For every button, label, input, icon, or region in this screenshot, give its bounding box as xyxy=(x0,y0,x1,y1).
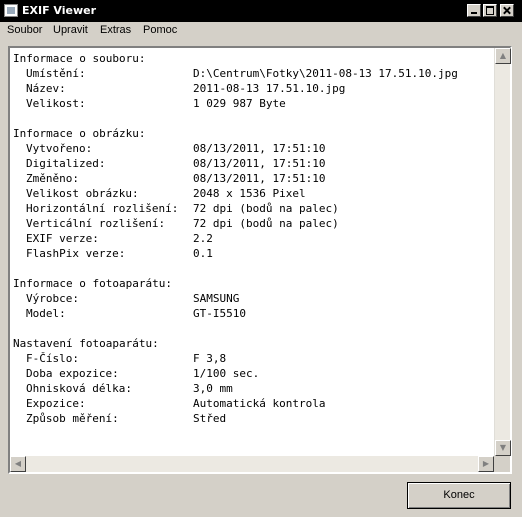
exif-text[interactable]: Informace o souboru: Umístění: D:\Centrum… xyxy=(11,51,495,457)
app-icon xyxy=(4,4,18,17)
field-value: D:\Centrum\Fotky\2011-08-13 17.51.10.jpg xyxy=(193,67,458,80)
menu-soubor[interactable]: Soubor xyxy=(7,24,42,36)
field-label: Změněno: xyxy=(26,172,79,185)
field-value: 0.1 xyxy=(193,247,213,260)
field-value: 72 dpi (bodů na palec) xyxy=(193,217,339,230)
window-title: EXIF Viewer xyxy=(22,4,97,17)
field-label: Velikost: xyxy=(26,97,86,110)
menu-bar: Soubor Upravit Extras Pomoc xyxy=(0,22,522,40)
field-value: Automatická kontrola xyxy=(193,397,326,410)
field-value: GT-I5510 xyxy=(193,307,246,320)
section-heading-settings: Nastavení fotoaparátu: xyxy=(13,337,159,350)
minimize-button[interactable] xyxy=(467,4,481,17)
scroll-left-icon[interactable]: ◀ xyxy=(10,456,26,472)
scroll-down-icon[interactable]: ▼ xyxy=(495,440,511,456)
section-heading-image: Informace o obrázku: xyxy=(13,127,146,140)
maximize-button[interactable] xyxy=(483,4,497,17)
scroll-up-icon[interactable]: ▲ xyxy=(495,48,511,64)
menu-pomoc[interactable]: Pomoc xyxy=(143,24,177,36)
field-value: SAMSUNG xyxy=(193,292,240,305)
field-value: F 3,8 xyxy=(193,352,227,365)
field-label: Verticální rozlišení: xyxy=(26,217,166,230)
field-label: Název: xyxy=(26,82,66,95)
field-value: Střed xyxy=(193,412,227,425)
field-label: Doba expozice: xyxy=(26,367,119,380)
field-label: Způsob měření: xyxy=(26,412,119,425)
field-label: FlashPix verze: xyxy=(26,247,126,260)
field-label: Ohnisková délka: xyxy=(26,382,132,395)
field-value: 72 dpi (bodů na palec) xyxy=(193,202,339,215)
field-value: 2.2 xyxy=(193,232,213,245)
field-label: Vytvořeno: xyxy=(26,142,93,155)
field-value: 08/13/2011, 17:51:10 xyxy=(193,172,326,185)
vertical-scrollbar[interactable]: ▲ ▼ xyxy=(494,48,511,456)
field-label: F-Číslo: xyxy=(26,352,79,365)
menu-extras[interactable]: Extras xyxy=(100,24,131,36)
field-label: Velikost obrázku: xyxy=(26,187,139,200)
field-value: 2048 x 1536 Pixel xyxy=(193,187,306,200)
scroll-right-icon[interactable]: ▶ xyxy=(478,456,494,472)
exif-text-panel[interactable]: Informace o souboru: Umístění: D:\Centrum… xyxy=(8,46,512,474)
horizontal-scrollbar[interactable]: ◀ ▶ xyxy=(10,456,494,472)
field-label: Výrobce: xyxy=(26,292,79,305)
field-value: 08/13/2011, 17:51:10 xyxy=(193,157,326,170)
close-window-button[interactable] xyxy=(500,4,514,17)
field-label: Umístění: xyxy=(26,67,86,80)
field-label: Model: xyxy=(26,307,66,320)
menu-upravit[interactable]: Upravit xyxy=(53,24,88,36)
close-button[interactable]: Konec xyxy=(407,482,511,509)
field-label: EXIF verze: xyxy=(26,232,99,245)
field-label: Expozice: xyxy=(26,397,86,410)
field-label: Digitalized: xyxy=(26,157,106,170)
section-heading-camera: Informace o fotoaparátu: xyxy=(13,277,172,290)
field-value: 1 029 987 Byte xyxy=(193,97,286,110)
field-value: 3,0 mm xyxy=(193,382,233,395)
field-value: 2011-08-13 17.51.10.jpg xyxy=(193,82,346,95)
field-value: 1/100 sec. xyxy=(193,367,260,380)
field-value: 08/13/2011, 17:51:10 xyxy=(193,142,326,155)
scrollbar-corner xyxy=(494,456,510,472)
section-heading-file: Informace o souboru: xyxy=(13,52,146,65)
field-label: Horizontální rozlišení: xyxy=(26,202,179,215)
title-bar[interactable]: EXIF Viewer xyxy=(0,0,522,22)
